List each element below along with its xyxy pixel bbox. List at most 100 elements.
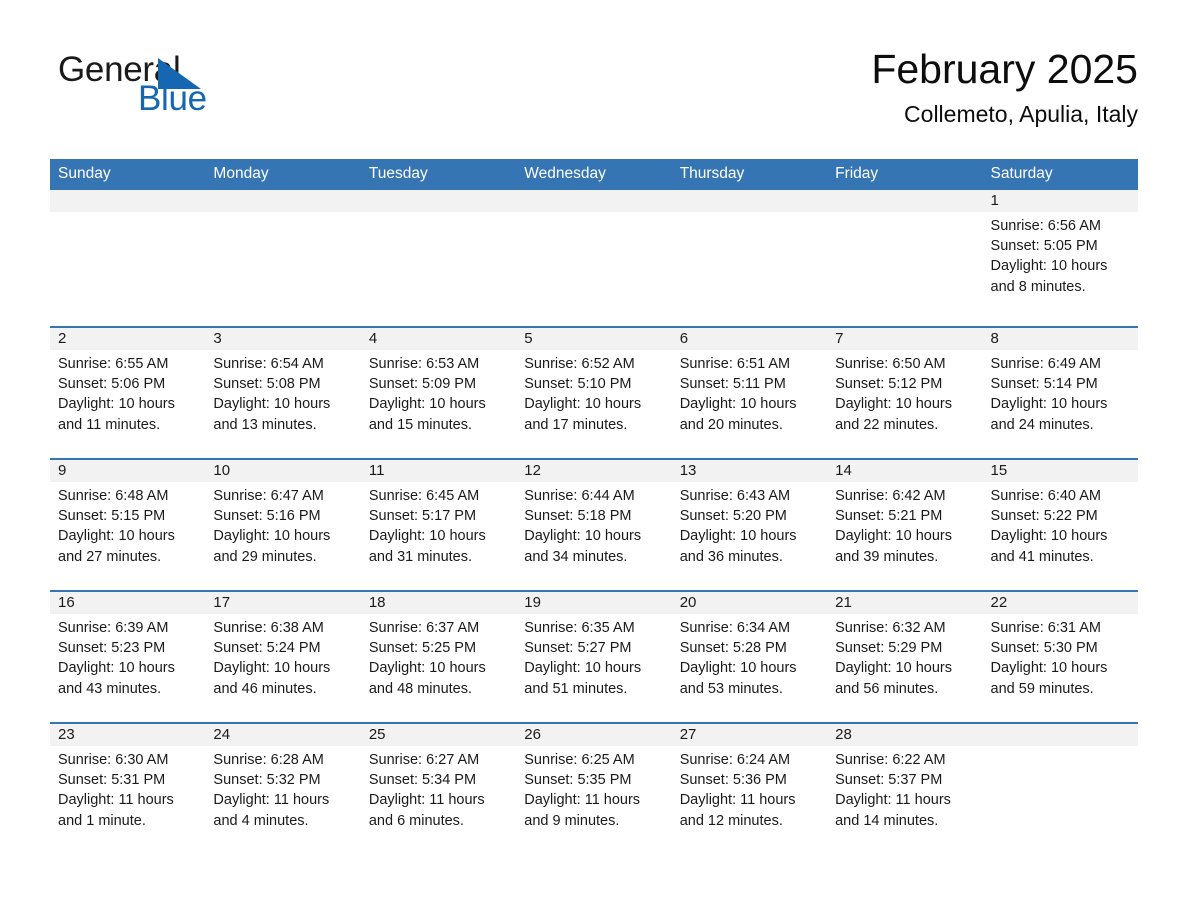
day-cell-inner [205, 190, 361, 326]
day-cell-inner: 22 Sunrise: 6:31 AM Sunset: 5:30 PM Dayligh… [982, 592, 1138, 722]
calendar-day-cell[interactable]: 23 Sunrise: 6:30 AM Sunset: 5:31 PM Dayligh… [50, 722, 206, 854]
day-details: Sunrise: 6:50 AM Sunset: 5:12 PM Daylight:… [827, 350, 982, 435]
day-number: 13 [671, 460, 828, 482]
calendar-day-cell[interactable]: 7 Sunrise: 6:50 AM Sunset: 5:12 PM Daylight… [827, 326, 983, 459]
day-cell-inner: 5 Sunrise: 6:52 AM Sunset: 5:10 PM Daylight… [516, 328, 672, 458]
sunset-text: Sunset: 5:32 PM [213, 772, 321, 789]
column-header-wednesday: Wednesday [516, 159, 672, 190]
calendar-day-cell[interactable]: 10 Sunrise: 6:47 AM Sunset: 5:16 PM Dayligh… [205, 458, 361, 591]
daylight-text: Daylight: 10 hours and 11 minutes. [58, 396, 175, 433]
calendar-week-row: 9 Sunrise: 6:48 AM Sunset: 5:15 PM Daylight… [50, 458, 1138, 591]
sunrise-text: Sunrise: 6:28 AM [213, 752, 324, 768]
daylight-text: Daylight: 10 hours and 43 minutes. [58, 660, 175, 697]
calendar-day-cell[interactable]: 28 Sunrise: 6:22 AM Sunset: 5:37 PM Dayligh… [827, 722, 983, 854]
day-cell-inner: 2 Sunrise: 6:55 AM Sunset: 5:06 PM Daylight… [50, 328, 206, 458]
calendar-empty-cell [50, 190, 206, 327]
calendar-day-cell[interactable]: 14 Sunrise: 6:42 AM Sunset: 5:21 PM Dayligh… [827, 458, 983, 591]
day-number: 8 [982, 328, 1138, 350]
calendar-day-cell[interactable]: 4 Sunrise: 6:53 AM Sunset: 5:09 PM Daylight… [360, 326, 517, 459]
day-number: 18 [360, 592, 517, 614]
calendar-day-cell[interactable]: 16 Sunrise: 6:39 AM Sunset: 5:23 PM Dayligh… [50, 590, 206, 723]
calendar-day-cell[interactable]: 19 Sunrise: 6:35 AM Sunset: 5:27 PM Dayligh… [516, 590, 672, 723]
calendar-day-cell[interactable]: 17 Sunrise: 6:38 AM Sunset: 5:24 PM Dayligh… [205, 590, 361, 723]
calendar-day-cell[interactable]: 25 Sunrise: 6:27 AM Sunset: 5:34 PM Dayligh… [360, 722, 517, 854]
day-cell-inner: 25 Sunrise: 6:27 AM Sunset: 5:34 PM Dayligh… [360, 724, 517, 854]
day-details: Sunrise: 6:49 AM Sunset: 5:14 PM Daylight:… [983, 350, 1138, 435]
day-number: 15 [982, 460, 1138, 482]
logo-text-blue: Blue [138, 79, 207, 118]
sunrise-text: Sunrise: 6:42 AM [835, 488, 946, 504]
calendar-day-cell[interactable]: 2 Sunrise: 6:55 AM Sunset: 5:06 PM Daylight… [50, 326, 206, 459]
sunrise-text: Sunrise: 6:44 AM [524, 488, 635, 504]
day-cell-inner [982, 724, 1138, 854]
calendar-body: 1 Sunrise: 6:56 AM Sunset: 5:05 PM Daylight… [50, 190, 1138, 854]
day-number [671, 190, 828, 212]
day-number: 1 [982, 190, 1138, 212]
day-cell-inner: 6 Sunrise: 6:51 AM Sunset: 5:11 PM Daylight… [671, 328, 828, 458]
sunrise-text: Sunrise: 6:47 AM [213, 488, 324, 504]
calendar-day-cell[interactable]: 18 Sunrise: 6:37 AM Sunset: 5:25 PM Dayligh… [360, 590, 517, 723]
day-details: Sunrise: 6:25 AM Sunset: 5:35 PM Daylight:… [516, 746, 671, 831]
day-cell-inner: 12 Sunrise: 6:44 AM Sunset: 5:18 PM Dayligh… [516, 460, 672, 590]
day-details: Sunrise: 6:39 AM Sunset: 5:23 PM Daylight:… [50, 614, 205, 699]
day-number: 4 [360, 328, 517, 350]
day-details: Sunrise: 6:47 AM Sunset: 5:16 PM Daylight:… [205, 482, 360, 567]
calendar-day-cell[interactable]: 1 Sunrise: 6:56 AM Sunset: 5:05 PM Daylight… [982, 190, 1138, 327]
sunrise-text: Sunrise: 6:25 AM [524, 752, 635, 768]
calendar-day-cell[interactable]: 20 Sunrise: 6:34 AM Sunset: 5:28 PM Dayligh… [671, 590, 828, 723]
day-details: Sunrise: 6:31 AM Sunset: 5:30 PM Daylight:… [983, 614, 1138, 699]
calendar-week-row: 1 Sunrise: 6:56 AM Sunset: 5:05 PM Daylight… [50, 190, 1138, 327]
day-cell-inner: 27 Sunrise: 6:24 AM Sunset: 5:36 PM Dayligh… [671, 724, 828, 854]
calendar-day-cell[interactable]: 13 Sunrise: 6:43 AM Sunset: 5:20 PM Dayligh… [671, 458, 828, 591]
day-number [982, 724, 1138, 746]
sunset-text: Sunset: 5:31 PM [58, 772, 166, 789]
calendar-day-cell[interactable]: 26 Sunrise: 6:25 AM Sunset: 5:35 PM Dayligh… [516, 722, 672, 854]
daylight-text: Daylight: 10 hours and 13 minutes. [213, 396, 331, 433]
day-details: Sunrise: 6:45 AM Sunset: 5:17 PM Daylight:… [361, 482, 516, 567]
day-cell-inner: 8 Sunrise: 6:49 AM Sunset: 5:14 PM Daylight… [982, 328, 1138, 458]
calendar-day-cell[interactable]: 27 Sunrise: 6:24 AM Sunset: 5:36 PM Dayligh… [671, 722, 828, 854]
day-details: Sunrise: 6:27 AM Sunset: 5:34 PM Daylight:… [361, 746, 516, 831]
calendar-day-cell[interactable]: 12 Sunrise: 6:44 AM Sunset: 5:18 PM Dayligh… [516, 458, 672, 591]
day-cell-inner: 21 Sunrise: 6:32 AM Sunset: 5:29 PM Dayligh… [827, 592, 983, 722]
daylight-text: Daylight: 10 hours and 22 minutes. [835, 396, 952, 433]
sunset-text: Sunset: 5:10 PM [524, 376, 632, 393]
general-blue-logo[interactable]: General Blue [58, 52, 278, 122]
calendar-day-cell[interactable]: 8 Sunrise: 6:49 AM Sunset: 5:14 PM Daylight… [982, 326, 1138, 459]
day-number: 27 [671, 724, 828, 746]
page-subtitle: Collemeto, Apulia, Italy [904, 101, 1138, 127]
daylight-text: Daylight: 11 hours and 12 minutes. [679, 792, 796, 829]
calendar-day-cell[interactable]: 11 Sunrise: 6:45 AM Sunset: 5:17 PM Dayligh… [360, 458, 517, 591]
calendar-day-cell[interactable]: 15 Sunrise: 6:40 AM Sunset: 5:22 PM Dayligh… [982, 458, 1138, 591]
calendar-day-cell[interactable]: 6 Sunrise: 6:51 AM Sunset: 5:11 PM Daylight… [671, 326, 828, 459]
day-cell-inner [360, 190, 517, 326]
day-number: 5 [516, 328, 672, 350]
day-details: Sunrise: 6:55 AM Sunset: 5:06 PM Daylight:… [50, 350, 205, 435]
calendar-day-cell[interactable]: 9 Sunrise: 6:48 AM Sunset: 5:15 PM Daylight… [50, 458, 206, 591]
day-number: 19 [516, 592, 672, 614]
day-number [50, 190, 206, 212]
sunset-text: Sunset: 5:08 PM [213, 376, 321, 393]
sunrise-text: Sunrise: 6:22 AM [835, 752, 946, 768]
calendar-day-cell[interactable]: 5 Sunrise: 6:52 AM Sunset: 5:10 PM Daylight… [516, 326, 672, 459]
day-cell-inner [50, 190, 206, 326]
day-details: Sunrise: 6:48 AM Sunset: 5:15 PM Daylight:… [50, 482, 205, 567]
daylight-text: Daylight: 10 hours and 15 minutes. [368, 396, 486, 433]
daylight-text: Daylight: 11 hours and 9 minutes. [524, 792, 641, 829]
day-number: 3 [205, 328, 361, 350]
day-number [205, 190, 361, 212]
day-details: Sunrise: 6:44 AM Sunset: 5:18 PM Daylight:… [516, 482, 671, 567]
calendar-day-cell[interactable]: 21 Sunrise: 6:32 AM Sunset: 5:29 PM Dayligh… [827, 590, 983, 723]
daylight-text: Daylight: 10 hours and 56 minutes. [835, 660, 952, 697]
calendar-empty-cell [360, 190, 517, 327]
sunset-text: Sunset: 5:24 PM [213, 640, 321, 657]
calendar-day-cell[interactable]: 22 Sunrise: 6:31 AM Sunset: 5:30 PM Dayligh… [982, 590, 1138, 723]
calendar-day-cell[interactable]: 3 Sunrise: 6:54 AM Sunset: 5:08 PM Daylight… [205, 326, 361, 459]
day-details: Sunrise: 6:28 AM Sunset: 5:32 PM Daylight:… [205, 746, 360, 831]
sunrise-text: Sunrise: 6:53 AM [368, 356, 480, 372]
day-number: 17 [205, 592, 361, 614]
sunset-text: Sunset: 5:15 PM [58, 508, 166, 525]
day-cell-inner: 7 Sunrise: 6:50 AM Sunset: 5:12 PM Daylight… [827, 328, 983, 458]
day-cell-inner: 26 Sunrise: 6:25 AM Sunset: 5:35 PM Dayligh… [516, 724, 672, 854]
calendar-day-cell[interactable]: 24 Sunrise: 6:28 AM Sunset: 5:32 PM Dayligh… [205, 722, 361, 854]
